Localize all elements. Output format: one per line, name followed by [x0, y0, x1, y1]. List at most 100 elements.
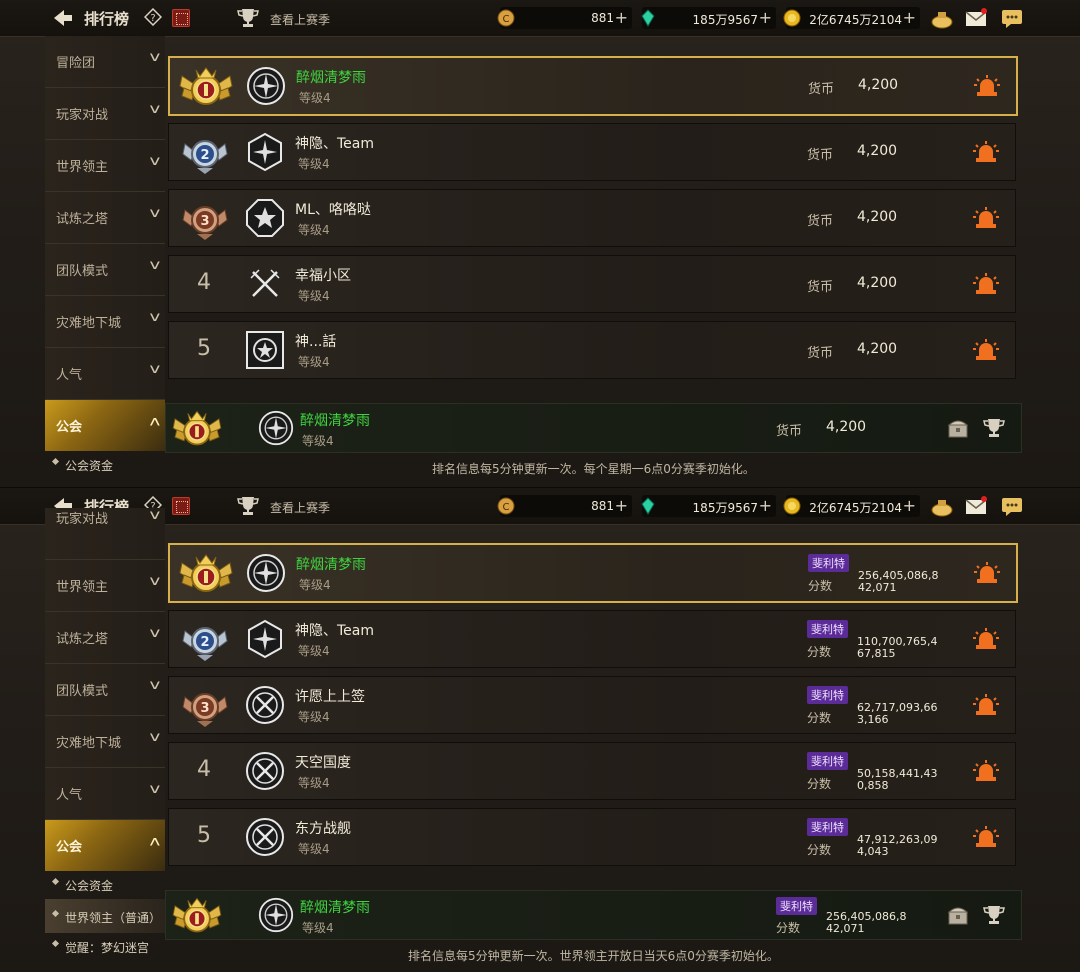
ranking-row[interactable]: 5 神...話 等级4 货币 4,200: [168, 321, 1016, 379]
alarm-siren-icon[interactable]: [973, 206, 999, 230]
chevron-down-icon: v: [149, 362, 161, 377]
server-badge: 斐利特: [807, 818, 848, 836]
svg-text:C: C: [503, 14, 510, 25]
guild-name: 神...話: [295, 334, 337, 350]
score-value: 256,405,086,842,071: [858, 569, 939, 594]
ranking-row[interactable]: 4 幸福小区 等级4 货币 4,200: [168, 255, 1016, 313]
sidebar-item-world-boss[interactable]: 世界领主 v: [45, 140, 165, 192]
gift-box-icon[interactable]: [172, 9, 190, 27]
gold-icon: [783, 497, 801, 515]
back-arrow-icon[interactable]: [50, 6, 74, 30]
alarm-siren-icon[interactable]: [973, 627, 999, 651]
sidebar-item-guild[interactable]: 公会 v: [45, 400, 165, 451]
diamond-bullet-icon: [51, 457, 60, 466]
guild-level: 等级4: [298, 776, 330, 790]
sidebar-item-pvp[interactable]: 玩家对战 v: [45, 508, 165, 560]
score-label: 分数: [807, 777, 832, 791]
currency-value: 4,200: [857, 143, 898, 159]
alarm-siren-icon[interactable]: [973, 693, 999, 717]
my-guild-level: 等级4: [302, 434, 334, 448]
ranking-row[interactable]: 醉烟清梦雨 等级4 斐利特 分数 256,405,086,842,071: [168, 543, 1018, 603]
chevron-up-icon: v: [149, 414, 161, 429]
ranking-notice: 排名信息每5分钟更新一次。世界领主开放日当天6点0分赛季初始化。: [408, 949, 779, 963]
add-coin-button[interactable]: +: [615, 496, 628, 515]
score-value: 50,158,441,430,858: [857, 767, 938, 792]
ranking-row[interactable]: 4 天空国度 等级4 斐利特 分数 50,158,441,430,858: [168, 742, 1016, 800]
chat-icon[interactable]: [1000, 6, 1024, 30]
alarm-siren-icon[interactable]: [973, 759, 999, 783]
guild-emblem-icon: [246, 553, 286, 593]
chevron-down-icon: v: [149, 102, 161, 117]
ranking-row[interactable]: 许愿上上签 等级4 斐利特 分数 62,717,093,663,166: [168, 676, 1016, 734]
help-icon[interactable]: ?: [144, 8, 162, 26]
alarm-siren-icon[interactable]: [973, 825, 999, 849]
chest-icon[interactable]: [946, 903, 970, 927]
last-season-button[interactable]: 查看上赛季: [270, 11, 330, 28]
silver-medal-icon: [177, 615, 233, 663]
bag-icon[interactable]: [930, 6, 954, 30]
currency-coin-value: 881: [591, 11, 614, 25]
chevron-down-icon: v: [149, 730, 161, 745]
sidebar-item-popularity[interactable]: 人气 v: [45, 348, 165, 400]
add-coin-button[interactable]: +: [615, 8, 628, 27]
gift-box-icon[interactable]: [172, 497, 190, 515]
currency-gem: 185万9567 +: [641, 495, 776, 517]
ranking-row[interactable]: 醉烟清梦雨 等级4 货币 4,200: [168, 56, 1018, 116]
alarm-siren-icon[interactable]: [974, 561, 1000, 585]
alarm-siren-icon[interactable]: [973, 338, 999, 362]
alarm-siren-icon[interactable]: [973, 140, 999, 164]
alarm-siren-icon[interactable]: [973, 272, 999, 296]
coin-icon: C: [497, 9, 515, 27]
sidebar-item-adventure-group[interactable]: 冒险团 v: [45, 36, 165, 88]
rank-number: 5: [197, 823, 211, 848]
sidebar-item-disaster-dungeon[interactable]: 灾难地下城 v: [45, 296, 165, 348]
category-sidebar: 玩家对战 v 世界领主 v 试炼之塔 v 团队模式 v 灾难地下城 v 人气 v 公会 v 公…: [45, 508, 165, 961]
add-gem-button[interactable]: +: [759, 496, 772, 515]
sidebar-item-world-boss[interactable]: 世界领主 v: [45, 560, 165, 612]
trophy-icon[interactable]: [982, 416, 1006, 440]
gold-medal-icon: [168, 893, 226, 937]
currency-coin-value: 881: [591, 499, 614, 513]
score-value: 47,912,263,094,043: [857, 833, 938, 858]
silver-medal-icon: [177, 128, 233, 176]
guild-name: 神隐、Team: [295, 136, 375, 152]
chat-icon[interactable]: [1000, 494, 1024, 518]
guild-emblem-icon: [245, 330, 285, 370]
sidebar-item-trial-tower[interactable]: 试炼之塔 v: [45, 192, 165, 244]
ranking-row[interactable]: ML、咯咯哒 等级4 货币 4,200: [168, 189, 1016, 247]
ranking-row[interactable]: 神隐、Team 等级4 货币 4,200: [168, 123, 1016, 181]
add-gold-button[interactable]: +: [903, 8, 916, 27]
add-gold-button[interactable]: +: [903, 496, 916, 515]
chest-icon[interactable]: [946, 416, 970, 440]
gold-medal-icon: [178, 62, 234, 110]
sidebar-item-trial-tower[interactable]: 试炼之塔 v: [45, 612, 165, 664]
ranking-row[interactable]: 5 东方战舰 等级4 斐利特 分数 47,912,263,094,043: [168, 808, 1016, 866]
sidebar-item-team-mode[interactable]: 团队模式 v: [45, 244, 165, 296]
ranking-row[interactable]: 神隐、Team 等级4 斐利特 分数 110,700,765,467,815: [168, 610, 1016, 668]
server-badge: 斐利特: [807, 752, 848, 770]
add-gem-button[interactable]: +: [759, 8, 772, 27]
last-season-button[interactable]: 查看上赛季: [270, 499, 330, 516]
mail-icon[interactable]: [964, 494, 988, 518]
bag-icon[interactable]: [930, 494, 954, 518]
sidebar-subitem-awakening-dream-maze[interactable]: 觉醒：梦幻迷宫: [45, 933, 165, 961]
alarm-siren-icon[interactable]: [974, 74, 1000, 98]
my-guild-bar: 醉烟清梦雨 等级4 货币 4,200: [165, 403, 1022, 453]
sidebar-item-pvp[interactable]: 玩家对战 v: [45, 88, 165, 140]
chevron-up-icon: v: [149, 834, 161, 849]
sidebar-subitem-guild-funds[interactable]: 公会资金: [45, 451, 165, 479]
sidebar-subitem-world-boss-normal[interactable]: 世界领主（普通）: [45, 899, 165, 933]
trophy-icon[interactable]: [982, 903, 1006, 927]
sidebar-item-guild[interactable]: 公会 v: [45, 820, 165, 871]
sidebar-subitem-guild-funds[interactable]: 公会资金: [45, 871, 165, 899]
gem-icon: [641, 497, 655, 515]
sidebar-item-team-mode[interactable]: 团队模式 v: [45, 664, 165, 716]
trophy-icon[interactable]: [236, 6, 260, 30]
guild-level: 等级4: [298, 355, 330, 369]
sidebar-item-popularity[interactable]: 人气 v: [45, 768, 165, 820]
score-value: 110,700,765,467,815: [857, 635, 938, 660]
sidebar-item-disaster-dungeon[interactable]: 灾难地下城 v: [45, 716, 165, 768]
mail-icon[interactable]: [964, 6, 988, 30]
trophy-icon[interactable]: [236, 494, 260, 518]
guild-level: 等级4: [298, 223, 330, 237]
